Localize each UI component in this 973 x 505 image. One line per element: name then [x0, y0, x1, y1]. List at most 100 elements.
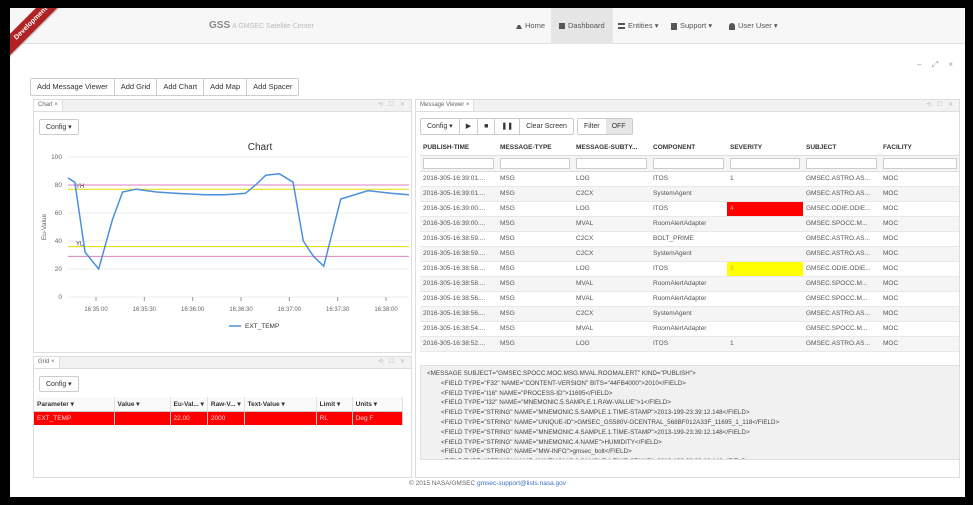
pause-icon[interactable]: ❚❚	[495, 119, 521, 134]
message-type-filter-input[interactable]	[500, 157, 570, 169]
table-row[interactable]: 2016-305-16:39:01.... MSG C2CX SystemAgent G…	[420, 186, 959, 202]
x-tick-label: 16:38:00	[374, 307, 398, 313]
filter-cell	[573, 155, 650, 172]
cell-message-subtype: LOG	[573, 336, 650, 352]
panel-window-icons[interactable]: ⟲ ☐ ✕	[378, 357, 407, 368]
add-message-viewer-button[interactable]: Add Message Viewer	[31, 79, 115, 95]
col-component[interactable]: COMPONENT	[650, 140, 727, 156]
table-row[interactable]: EXT_TEMP 22.00 2000 RL Deg F	[34, 411, 404, 425]
nav-entities[interactable]: Entities ▾	[612, 8, 664, 44]
severity-filter-input[interactable]	[730, 157, 800, 169]
cell-severity	[727, 231, 803, 247]
message-config-button[interactable]: Config ▾	[421, 119, 460, 134]
cell-severity: 1	[727, 336, 803, 352]
grid-config-button[interactable]: Config ▾	[39, 376, 79, 392]
xml-line: <FIELD TYPE="STRING" NAME="MW-INFO">gmse…	[441, 448, 632, 456]
col-message-type[interactable]: MESSAGE-TYPE	[497, 140, 573, 156]
col-parameter[interactable]: Parameter ▾	[34, 397, 115, 412]
cell-component: SystemAgent	[650, 186, 727, 202]
col-severity[interactable]: SEVERITY	[727, 140, 803, 156]
col-raw-value[interactable]: Raw-V... ▾	[207, 397, 245, 412]
cell-component: RoomAlertAdapter	[650, 216, 727, 232]
cell-subject: GMSEC.ASTRO.AS...	[803, 306, 880, 322]
cell-message-type: MSG	[497, 246, 573, 262]
y-tick-label: 80	[55, 182, 63, 189]
y-tick-label: 20	[55, 266, 63, 273]
facility-filter-input[interactable]	[883, 157, 957, 169]
col-facility[interactable]: FACILITY	[880, 140, 959, 156]
nav-support[interactable]: Support ▾	[665, 8, 718, 44]
cell-message-type: MSG	[497, 201, 573, 217]
grid-header-row: Parameter ▾ Value ▾ Eu-Val... ▾ Raw-V...…	[34, 397, 404, 412]
nav-home[interactable]: Home	[510, 8, 551, 44]
cell-message-type: MSG	[497, 336, 573, 352]
cell-publish-time: 2016-305-16:38:59....	[420, 231, 497, 247]
table-row[interactable]: 2016-305-16:38:58.... MSG LOG ITOS 3 GMSEC.OD…	[420, 261, 959, 277]
dashboard-window-controls[interactable]: – ⤢ ×	[917, 60, 957, 70]
play-icon[interactable]: ▶	[460, 119, 479, 134]
table-row[interactable]: 2016-305-16:38:52.... MSG LOG ITOS 1 GMSEC.AS…	[420, 336, 959, 352]
filter-cell	[650, 155, 727, 172]
cell-publish-time: 2016-305-16:39:01....	[420, 171, 497, 187]
parameter-grid: Parameter ▾ Value ▾ Eu-Val... ▾ Raw-V...…	[34, 397, 404, 425]
panel-window-icons[interactable]: ⟲ ☐ ✕	[926, 100, 955, 111]
cell-subject: GMSEC.ASTRO.AS...	[803, 186, 880, 202]
x-tick-label: 16:35:00	[84, 307, 108, 313]
add-map-button[interactable]: Add Map	[204, 79, 248, 95]
cell-publish-time: 2016-305-16:39:01....	[420, 186, 497, 202]
col-message-subtype[interactable]: MESSAGE-SUBTY...	[573, 140, 650, 156]
cell-publish-time: 2016-305-16:38:58....	[420, 276, 497, 292]
table-row[interactable]: 2016-305-16:39:01.... MSG LOG ITOS 1 GMSEC.AS…	[420, 171, 959, 187]
table-row[interactable]: 2016-305-16:39:00.... MSG MVAL RoomAlertAda…	[420, 216, 959, 232]
filter-toggle[interactable]: Filter OFF	[577, 118, 633, 135]
x-tick-label: 16:37:00	[278, 307, 302, 313]
col-limit[interactable]: Limit ▾	[316, 397, 353, 412]
message-xml-view[interactable]: <MESSAGE SUBJECT="GMSEC.SPOCC.MOC.MSG.MV…	[420, 365, 959, 460]
brand[interactable]: GSS A GMSEC Satellite Center	[209, 20, 314, 31]
table-row[interactable]: 2016-305-16:38:56.... MSG MVAL RoomAlertAda…	[420, 291, 959, 307]
message-toolbar: Config ▾ ▶ ■ ❚❚ Clear Screen	[420, 118, 574, 135]
xml-line: <FIELD TYPE="I16" NAME="PROCESS-ID">1169…	[441, 389, 613, 397]
nav-user[interactable]: User User ▾	[723, 8, 784, 44]
support-email-link[interactable]: gmsec-support@lists.nasa.gov	[477, 480, 566, 487]
app-window: GSS A GMSEC Satellite Center Home Dashboa…	[10, 8, 965, 497]
cell-message-subtype: C2CX	[573, 246, 650, 262]
col-text-value[interactable]: Text-Value ▾	[244, 397, 317, 412]
add-chart-button[interactable]: Add Chart	[157, 79, 205, 95]
table-row[interactable]: 2016-305-16:38:59.... MSG C2CX SystemAgent G…	[420, 246, 959, 262]
cell-subject: GMSEC.ASTRO.AS...	[803, 171, 880, 187]
cell-subject: GMSEC.SPOCC.M...	[803, 216, 880, 232]
cell-message-type: MSG	[497, 291, 573, 307]
tab-message-viewer[interactable]: Message Viewer ×	[416, 100, 475, 111]
panel-window-icons[interactable]: ⟲ ☐ ✕	[378, 100, 407, 111]
filter-off-button[interactable]: OFF	[605, 119, 632, 134]
publish-time-filter-input[interactable]	[423, 157, 494, 169]
subject-filter-input[interactable]	[806, 157, 877, 169]
cell-facility: MOC	[880, 216, 959, 232]
table-row[interactable]: 2016-305-16:38:58.... MSG MVAL RoomAlertAda…	[420, 276, 959, 292]
col-units[interactable]: Units ▾	[352, 397, 404, 412]
add-spacer-button[interactable]: Add Spacer	[247, 79, 299, 95]
table-row[interactable]: 2016-305-16:38:59.... MSG C2CX BOLT_PRIME GM…	[420, 231, 959, 247]
stop-icon[interactable]: ■	[478, 119, 496, 134]
cell-message-subtype: C2CX	[573, 306, 650, 322]
message-subtype-filter-input[interactable]	[576, 157, 647, 169]
col-eu-value[interactable]: Eu-Val... ▾	[170, 397, 208, 412]
table-row[interactable]: 2016-305-16:38:56.... MSG C2CX SystemAgent G…	[420, 306, 959, 322]
tab-chart[interactable]: Chart ×	[34, 100, 63, 111]
col-publish-time[interactable]: PUBLISH-TIME	[420, 140, 497, 156]
col-subject[interactable]: SUBJECT	[803, 140, 880, 156]
top-navbar: GSS A GMSEC Satellite Center Home Dashboa…	[10, 8, 965, 44]
cell-facility: MOC	[880, 261, 959, 277]
cell-publish-time: 2016-305-16:39:00....	[420, 216, 497, 232]
nav-dashboard[interactable]: Dashboard	[551, 8, 613, 44]
col-value[interactable]: Value ▾	[114, 397, 171, 412]
add-grid-button[interactable]: Add Grid	[114, 79, 158, 95]
clear-screen-button[interactable]: Clear Screen	[520, 119, 573, 134]
table-row[interactable]: 2016-305-16:38:54.... MSG MVAL RoomAlertAda…	[420, 321, 959, 337]
component-filter-input[interactable]	[653, 157, 724, 169]
cell-component: BOLT_PRIME	[650, 231, 727, 247]
table-row[interactable]: 2016-305-16:39:00.... MSG LOG ITOS 4 GMSEC.OD…	[420, 201, 959, 217]
tab-grid[interactable]: Grid ×	[34, 357, 60, 368]
filter-cell	[420, 155, 497, 172]
